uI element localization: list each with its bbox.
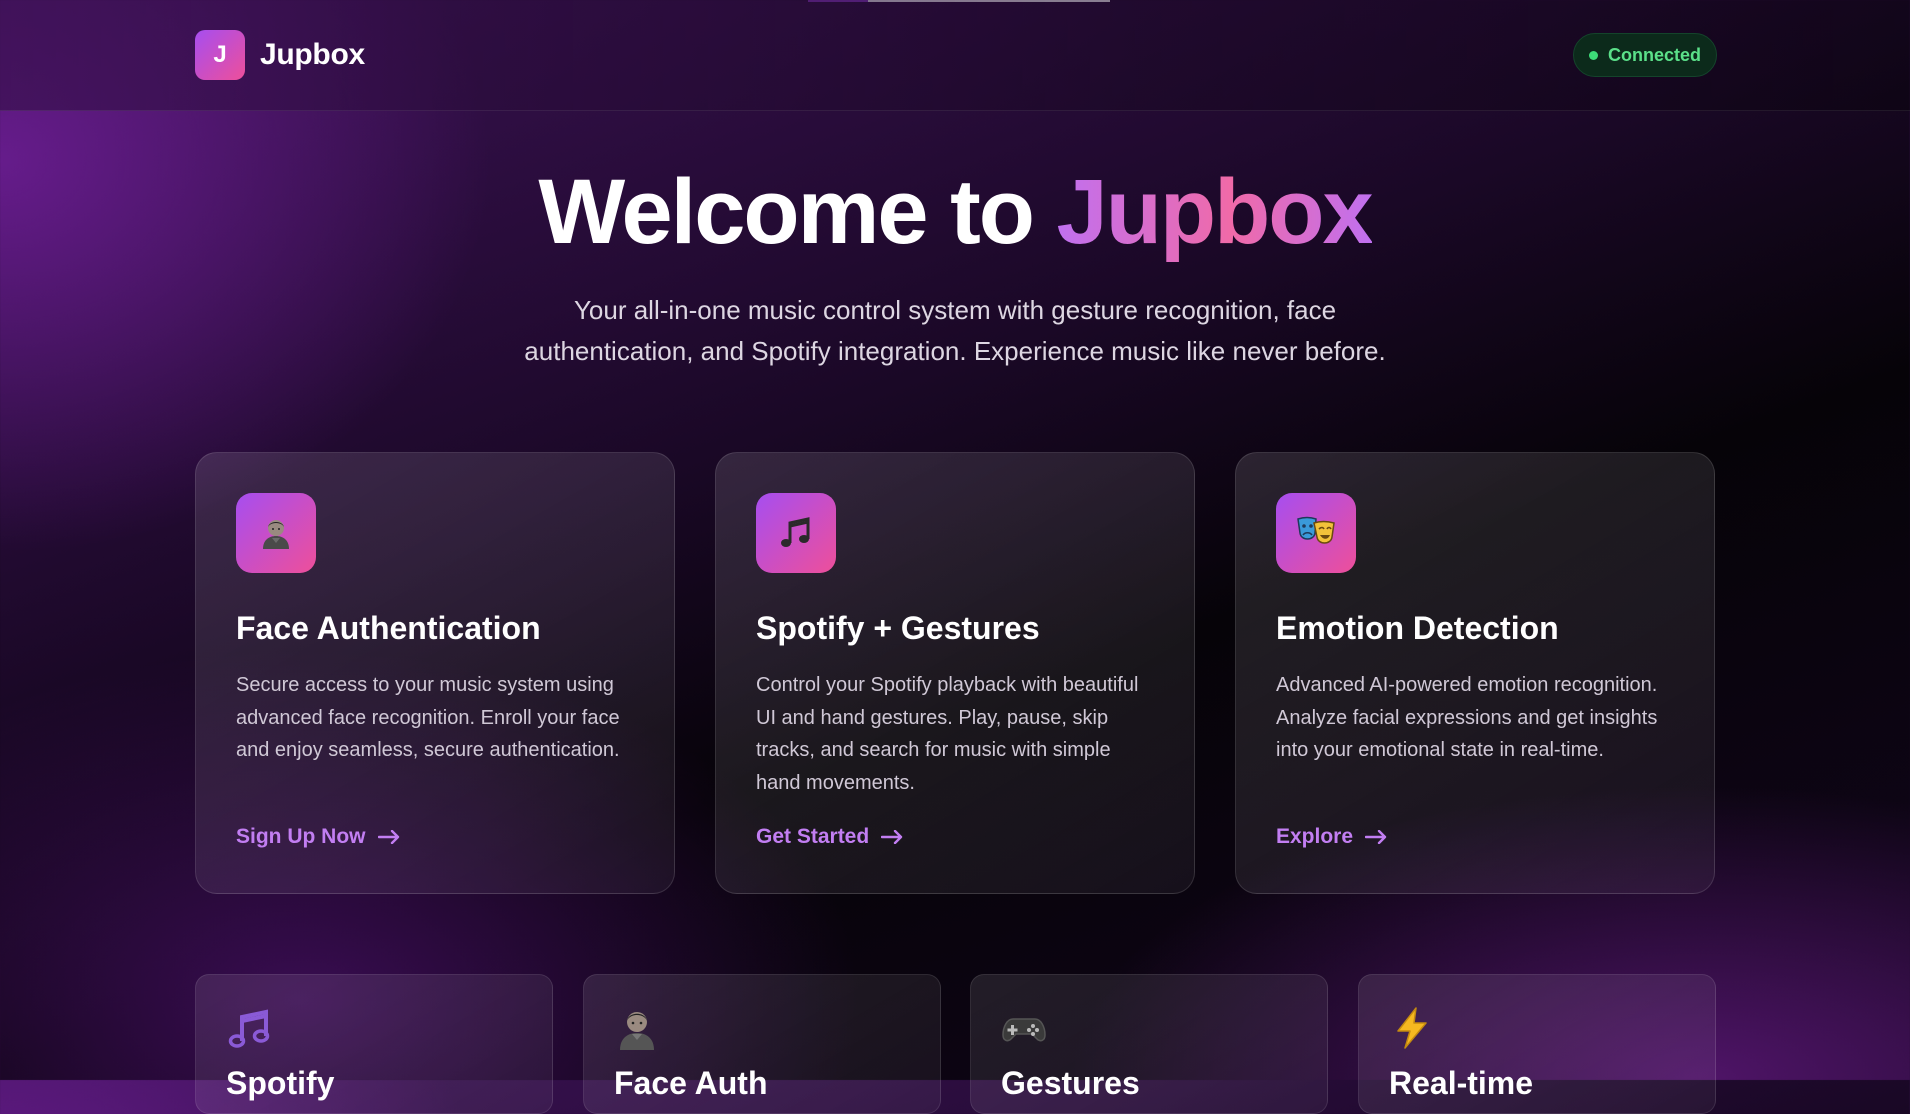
gamepad-icon bbox=[1002, 1018, 1046, 1042]
mini-card-title: Spotify bbox=[226, 1065, 335, 1101]
feature-card-face-authentication: Face Authentication Secure access to you… bbox=[195, 452, 675, 894]
mini-card-spotify[interactable]: Spotify bbox=[195, 974, 553, 1114]
connection-status-badge: Connected bbox=[1573, 33, 1718, 77]
lightning-icon bbox=[1397, 1007, 1427, 1049]
get-started-link[interactable]: Get Started bbox=[756, 825, 903, 849]
mini-card-title: Gestures bbox=[1001, 1065, 1140, 1101]
hero-title-prefix: Welcome to bbox=[538, 161, 1057, 263]
get-started-label: Get Started bbox=[756, 825, 870, 848]
feature-description: Advanced AI-powered emotion recognition.… bbox=[1276, 674, 1658, 761]
music-note-icon bbox=[756, 493, 836, 573]
feature-title: Spotify + Gestures bbox=[756, 610, 1040, 646]
brand-name: Jupbox bbox=[260, 38, 365, 71]
hero-subtitle-line-2: authentication, and Spotify integration.… bbox=[524, 336, 1386, 366]
mini-card-gestures[interactable]: Gestures bbox=[970, 974, 1328, 1114]
person-icon bbox=[236, 493, 316, 573]
person-icon bbox=[620, 1012, 654, 1050]
connection-status-label: Connected bbox=[1608, 44, 1702, 65]
status-dot-icon bbox=[1589, 50, 1598, 60]
feature-title: Face Authentication bbox=[236, 610, 541, 646]
brand-home-link[interactable]: J Jupbox bbox=[195, 30, 365, 80]
feature-description: Control your Spotify playback with beaut… bbox=[756, 674, 1139, 794]
top-nav: J Jupbox Connected bbox=[0, 0, 1910, 111]
feature-description: Secure access to your music system using… bbox=[236, 674, 620, 761]
hero-subtitle: Your all-in-one music control system wit… bbox=[455, 290, 1455, 372]
theater-masks-icon bbox=[1276, 493, 1356, 573]
hero-title: Welcome to Jupbox bbox=[0, 160, 1910, 265]
hero-title-accent: Jupbox bbox=[1056, 161, 1374, 263]
mini-card-real-time[interactable]: Real-time bbox=[1358, 974, 1716, 1114]
arrow-right-icon bbox=[881, 830, 903, 844]
sign-up-now-link[interactable]: Sign Up Now bbox=[236, 825, 400, 849]
mini-card-title: Face Auth bbox=[614, 1065, 768, 1101]
feature-card-spotify-gestures: Spotify + Gestures Control your Spotify … bbox=[715, 452, 1195, 894]
feature-title: Emotion Detection bbox=[1276, 610, 1559, 646]
arrow-right-icon bbox=[1365, 830, 1387, 844]
feature-card-emotion-detection: Emotion Detection Advanced AI-powered em… bbox=[1235, 452, 1715, 894]
hero-subtitle-line-1: Your all-in-one music control system wit… bbox=[573, 295, 1337, 325]
explore-label: Explore bbox=[1276, 825, 1354, 848]
explore-link[interactable]: Explore bbox=[1276, 825, 1387, 849]
music-note-icon bbox=[228, 1009, 270, 1048]
logo-icon: J bbox=[195, 30, 245, 80]
arrow-right-icon bbox=[377, 830, 399, 844]
sign-up-now-label: Sign Up Now bbox=[236, 825, 366, 848]
mini-card-title: Real-time bbox=[1389, 1065, 1534, 1101]
mini-card-face-auth[interactable]: Face Auth bbox=[583, 974, 941, 1114]
